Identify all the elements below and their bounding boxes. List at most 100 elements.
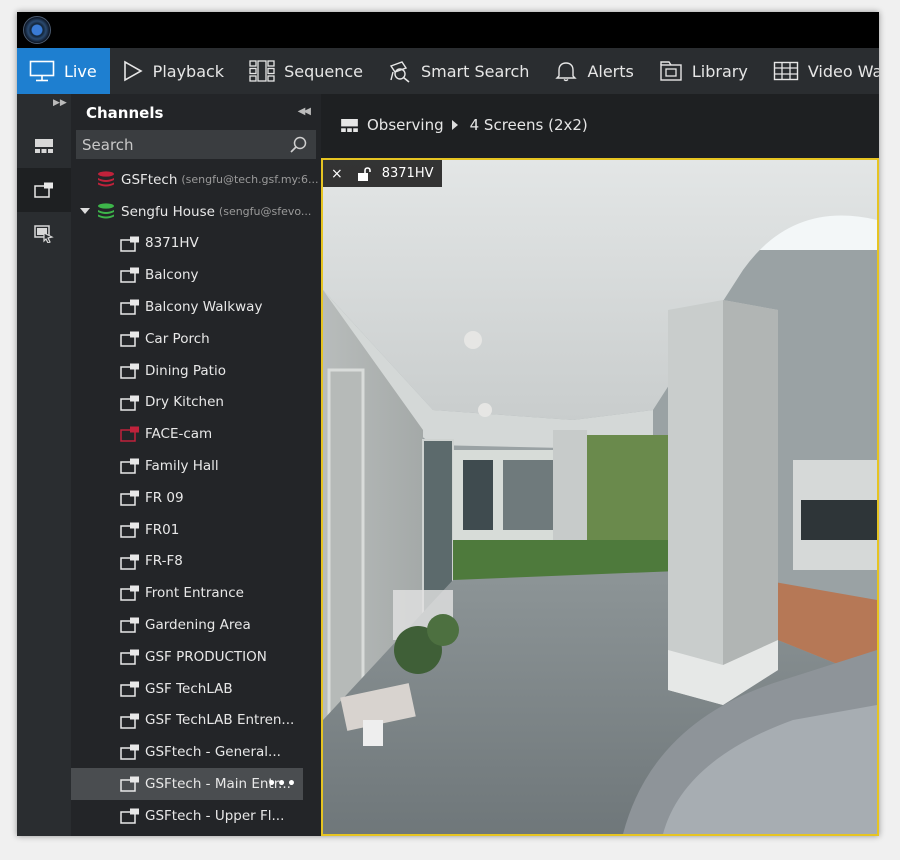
video-tile-toolbar: × 8371HV: [323, 160, 442, 187]
camera-icon: [120, 363, 139, 379]
breadcrumb: Observing 4 Screens (2x2): [341, 116, 588, 134]
camera-icon: [120, 299, 139, 315]
menu-playback[interactable]: Playback: [110, 48, 237, 94]
close-icon[interactable]: ×: [331, 166, 343, 182]
camera-icon: [120, 395, 139, 411]
cursor-screen-icon: [34, 225, 54, 243]
title-bar: [17, 12, 879, 48]
channel-item[interactable]: Dry Kitchen: [71, 387, 321, 419]
layout-icon: [341, 118, 358, 132]
menu-video-wall[interactable]: Video Wall: [761, 48, 879, 94]
camera-icon: [120, 617, 139, 633]
menu-smart-search[interactable]: Smart Search: [376, 48, 542, 94]
channel-item[interactable]: Front Entrance: [71, 577, 321, 609]
channel-label: Family Hall: [145, 458, 219, 475]
expand-caret-icon[interactable]: [80, 207, 90, 214]
channel-label: Front Entrance: [145, 585, 244, 602]
channel-label: Gardening Area: [145, 617, 251, 634]
main-menu: Live Playback Sequence Smart Search Aler…: [17, 48, 879, 94]
channel-item[interactable]: Gardening Area: [71, 609, 321, 641]
more-options-icon[interactable]: •••: [267, 776, 297, 792]
camera-icon: [120, 458, 139, 474]
menu-video-wall-label: Video Wall: [807, 61, 879, 81]
breadcrumb-separator-icon: [451, 120, 458, 130]
play-icon: [123, 60, 143, 82]
channel-item[interactable]: Dining Patio: [71, 355, 321, 387]
channel-item[interactable]: GSFtech - General...: [71, 736, 321, 768]
server-name: GSFtech: [121, 171, 178, 188]
channel-item[interactable]: FR-F8: [71, 546, 321, 578]
camera-icon: [120, 808, 139, 824]
live-view: Observing 4 Screens (2x2) × 8371HV: [321, 94, 879, 836]
server-gsftech[interactable]: GSFtech (sengfu@tech.gsf.my:6...: [71, 164, 321, 196]
channel-item[interactable]: Balcony: [71, 259, 321, 291]
collapse-panel-icon[interactable]: ◀◀: [298, 106, 311, 117]
camera-icon: [120, 585, 139, 602]
server-stack-icon: [98, 203, 114, 219]
rail-layout-button[interactable]: [17, 124, 71, 168]
channel-label: GSFtech - Upper Fl...: [145, 807, 285, 824]
channel-item[interactable]: GSF PRODUCTION: [71, 641, 321, 673]
channel-item[interactable]: 8371HV: [71, 228, 321, 260]
camera-icon: [120, 713, 139, 729]
server-account: (sengfu@tech.gsf.my:6...: [181, 173, 319, 187]
channel-label: FACE-cam: [145, 426, 213, 443]
camera-icon: [34, 182, 53, 198]
channel-label: GSF TechLAB: [145, 680, 233, 697]
channel-item[interactable]: GSF TechLAB Entren...: [71, 705, 321, 737]
camera-icon: [120, 426, 139, 443]
channel-item[interactable]: GSFtech - Upper Fl...: [71, 800, 321, 832]
menu-alerts-label: Alerts: [587, 61, 634, 81]
camera-icon: [120, 776, 139, 792]
monitor-icon: [29, 60, 55, 82]
menu-sequence[interactable]: Sequence: [237, 48, 376, 94]
channel-item[interactable]: FACE-cam: [71, 418, 321, 450]
channel-label: Dry Kitchen: [145, 394, 224, 411]
channel-label: 8371HV: [145, 235, 199, 252]
rail-events-button[interactable]: [17, 212, 71, 256]
bell-icon: [555, 62, 578, 82]
channel-label: Balcony: [145, 267, 199, 284]
breadcrumb-layout[interactable]: 4 Screens (2x2): [470, 116, 588, 134]
channel-label: GSFtech - General...: [145, 744, 281, 761]
video-tile[interactable]: × 8371HV: [321, 158, 879, 836]
server-sengfu-house[interactable]: Sengfu House (sengfu@sfevo...: [71, 196, 321, 228]
app-logo-icon: [23, 16, 51, 44]
menu-library-label: Library: [691, 61, 748, 81]
camera-icon: [120, 490, 139, 506]
search-input[interactable]: [76, 135, 281, 154]
app-window: Live Playback Sequence Smart Search Aler…: [17, 12, 879, 836]
menu-alerts[interactable]: Alerts: [542, 48, 646, 94]
server-stack-icon: [98, 171, 114, 187]
menu-sequence-label: Sequence: [284, 61, 363, 81]
camera-icon: [120, 744, 139, 761]
channel-item[interactable]: FR01: [71, 514, 321, 546]
menu-smart-search-label: Smart Search: [420, 61, 530, 81]
channel-item[interactable]: FR 09: [71, 482, 321, 514]
rail-channels-button[interactable]: [17, 168, 71, 212]
channel-item[interactable]: GSFtech - Main Entr... •••: [71, 768, 303, 800]
channel-tree: GSFtech (sengfu@tech.gsf.my:6... Sengfu …: [71, 164, 321, 832]
breadcrumb-root[interactable]: Observing: [367, 116, 444, 134]
sequence-icon: [249, 60, 275, 82]
layout-icon: [35, 139, 53, 153]
expand-rail-icon[interactable]: ▶▶: [53, 98, 67, 108]
camera-icon: [120, 522, 139, 538]
search-icon[interactable]: [290, 136, 307, 153]
camera-icon: [120, 236, 139, 252]
library-icon: [660, 61, 682, 81]
channel-item[interactable]: GSF TechLAB: [71, 673, 321, 705]
channel-label: Car Porch: [145, 330, 210, 347]
channel-item[interactable]: Car Porch: [71, 323, 321, 355]
channel-item[interactable]: Balcony Walkway: [71, 291, 321, 323]
menu-library[interactable]: Library: [647, 48, 761, 94]
panel-title: Channels: [86, 104, 164, 122]
channel-list: 8371HV Balcony Balcony Walkway Car Porch Din…: [71, 228, 321, 832]
video-wall-icon: [773, 61, 799, 81]
side-rail: ▶▶: [17, 94, 71, 836]
server-account: (sengfu@sfevo...: [218, 205, 312, 219]
camera-icon: [120, 267, 139, 284]
menu-live[interactable]: Live: [17, 48, 110, 94]
channel-item[interactable]: Family Hall: [71, 450, 321, 482]
unlock-icon[interactable]: [357, 166, 372, 181]
